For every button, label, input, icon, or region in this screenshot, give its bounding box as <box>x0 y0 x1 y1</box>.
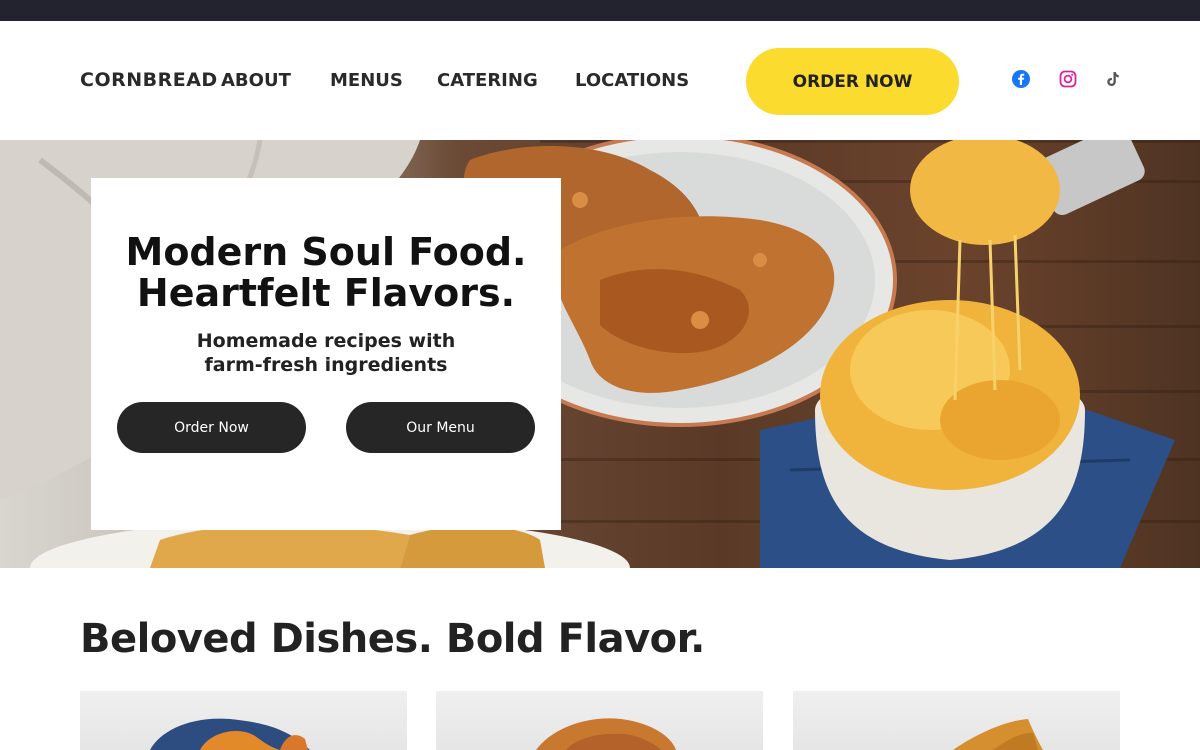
nav-item-locations[interactable]: LOCATIONS <box>575 70 689 91</box>
cornbread-logo[interactable]: CORNBREAD <box>80 69 218 91</box>
site-header: CORNBREAD ABOUT MENUS CATERING LOCATIONS… <box>0 21 1200 140</box>
dish-image <box>150 718 310 750</box>
dish-card[interactable] <box>80 691 407 750</box>
nav-item-menus[interactable]: MENUS <box>330 70 403 91</box>
hero-our-menu-button[interactable]: Our Menu <box>346 402 535 453</box>
nav-item-about[interactable]: ABOUT <box>221 70 291 91</box>
hero-title-line1: Modern Soul Food. <box>125 230 527 274</box>
hero-title-line2: Heartfelt Flavors. <box>136 271 516 315</box>
hero-subtitle-line1: Homemade recipes with <box>196 330 456 352</box>
hero-card: Modern Soul Food. Heartfelt Flavors. Hom… <box>91 178 561 530</box>
nav-item-catering[interactable]: CATERING <box>437 70 538 91</box>
dish-card[interactable] <box>436 691 763 750</box>
instagram-icon[interactable] <box>1058 69 1078 89</box>
section-title: Beloved Dishes. Bold Flavor. <box>80 616 705 662</box>
hero-order-now-button[interactable]: Order Now <box>117 402 306 453</box>
facebook-icon[interactable] <box>1011 69 1031 89</box>
logo-text: CORNBREAD <box>80 69 218 91</box>
dish-card[interactable] <box>793 691 1120 750</box>
hero-section: Modern Soul Food. Heartfelt Flavors. Hom… <box>0 140 1200 568</box>
hero-subtitle-line2: farm-fresh ingredients <box>204 354 448 376</box>
dish-image <box>536 718 676 750</box>
top-bar <box>0 0 1200 21</box>
tiktok-icon[interactable] <box>1103 69 1123 89</box>
dish-image <box>953 719 1043 750</box>
order-now-button[interactable]: ORDER NOW <box>746 48 959 115</box>
hero-title: Modern Soul Food. Heartfelt Flavors. <box>91 232 561 314</box>
hero-subtitle: Homemade recipes with farm-fresh ingredi… <box>91 329 561 377</box>
